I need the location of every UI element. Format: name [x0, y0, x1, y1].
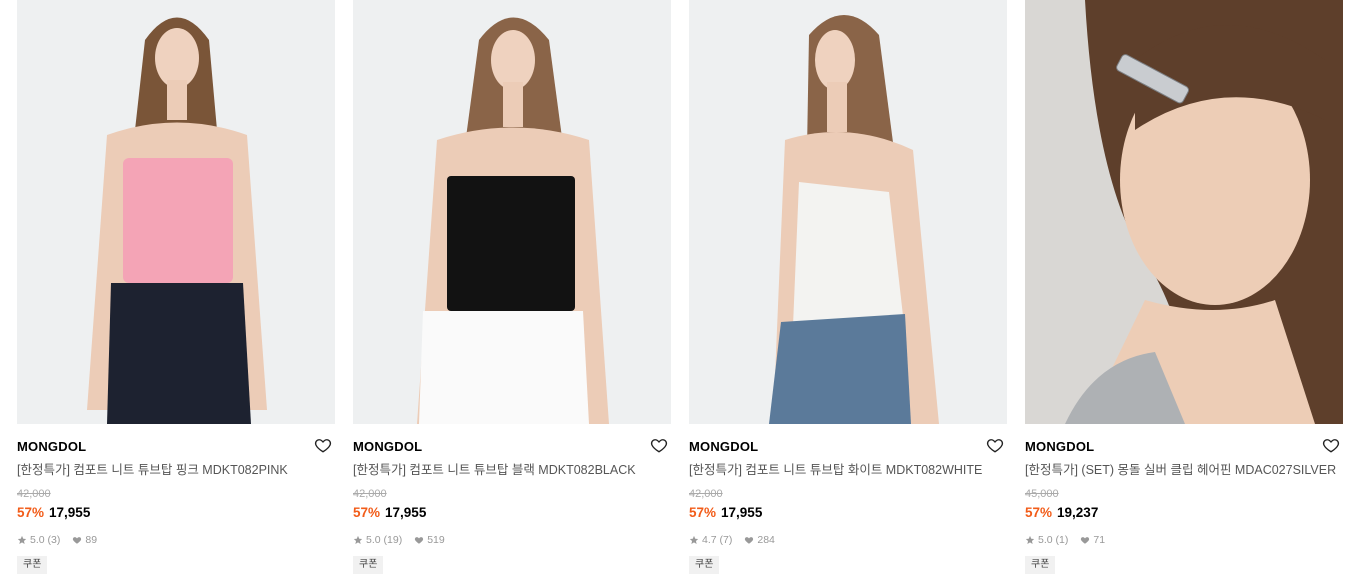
sale-price: 17,955 [49, 505, 91, 520]
heart-filled-icon [414, 535, 424, 545]
star-icon [1025, 535, 1035, 545]
review-count: (7) [719, 534, 733, 546]
review-count: (19) [383, 534, 403, 546]
sale-price: 17,955 [385, 505, 427, 520]
product-card[interactable]: MONGDOL [한정특가] 컴포트 니트 튜브탑 핑크 MDKT082PINK… [17, 0, 335, 574]
sale-price: 19,237 [1057, 505, 1099, 520]
discount-rate: 57% [353, 505, 381, 520]
heart-filled-icon [72, 535, 82, 545]
product-name[interactable]: [한정특가] 컴포트 니트 튜브탑 화이트 MDKT082WHITE [689, 462, 1007, 478]
heart-filled-icon [744, 535, 754, 545]
brand-name[interactable]: MONGDOL [1025, 438, 1343, 456]
product-name[interactable]: [한정특가] (SET) 몽돌 실버 클립 헤어핀 MDAC027SILVER [1025, 462, 1343, 478]
product-grid: MONGDOL [한정특가] 컴포트 니트 튜브탑 핑크 MDKT082PINK… [0, 0, 1354, 581]
like-count: 71 [1093, 534, 1106, 546]
coupon-badge: 쿠폰 [17, 556, 48, 574]
original-price: 42,000 [353, 488, 387, 500]
product-meta: 5.0 (19) 519 [353, 533, 671, 547]
price-row: 57% 19,237 [1025, 504, 1343, 521]
discount-rate: 57% [689, 505, 717, 520]
heart-filled-icon [1080, 535, 1090, 545]
brand-name[interactable]: MONGDOL [689, 438, 1007, 456]
star-icon [689, 535, 699, 545]
like-count: 89 [85, 534, 98, 546]
product-meta: 5.0 (1) 71 [1025, 533, 1343, 547]
product-image[interactable] [1025, 0, 1343, 424]
heart-outline-icon[interactable] [1322, 436, 1342, 456]
heart-outline-icon[interactable] [650, 436, 670, 456]
like-count: 519 [427, 534, 445, 546]
price-row: 57% 17,955 [353, 504, 671, 521]
product-card[interactable]: MONGDOL [한정특가] (SET) 몽돌 실버 클립 헤어핀 MDAC02… [1025, 0, 1343, 574]
review-count: (1) [1055, 534, 1069, 546]
rating: 4.7 [702, 534, 717, 546]
discount-rate: 57% [1025, 505, 1053, 520]
original-price: 42,000 [689, 488, 723, 500]
discount-rate: 57% [17, 505, 45, 520]
product-image[interactable] [17, 0, 335, 424]
brand-name[interactable]: MONGDOL [17, 438, 335, 456]
product-meta: 4.7 (7) 284 [689, 533, 1007, 547]
heart-outline-icon[interactable] [986, 436, 1006, 456]
original-price: 42,000 [17, 488, 51, 500]
coupon-badge: 쿠폰 [353, 556, 384, 574]
like-count: 284 [757, 534, 775, 546]
coupon-badge: 쿠폰 [1025, 556, 1056, 574]
star-icon [353, 535, 363, 545]
heart-outline-icon[interactable] [314, 436, 334, 456]
rating: 5.0 [366, 534, 381, 546]
product-image[interactable] [689, 0, 1007, 424]
product-name[interactable]: [한정특가] 컴포트 니트 튜브탑 블랙 MDKT082BLACK [353, 462, 671, 478]
brand-name[interactable]: MONGDOL [353, 438, 671, 456]
coupon-badge: 쿠폰 [689, 556, 720, 574]
price-row: 57% 17,955 [689, 504, 1007, 521]
price-row: 57% 17,955 [17, 504, 335, 521]
star-icon [17, 535, 27, 545]
product-card[interactable]: MONGDOL [한정특가] 컴포트 니트 튜브탑 화이트 MDKT082WHI… [689, 0, 1007, 574]
product-card[interactable]: MONGDOL [한정특가] 컴포트 니트 튜브탑 블랙 MDKT082BLAC… [353, 0, 671, 574]
product-image[interactable] [353, 0, 671, 424]
rating: 5.0 [30, 534, 45, 546]
sale-price: 17,955 [721, 505, 763, 520]
review-count: (3) [47, 534, 61, 546]
original-price: 45,000 [1025, 488, 1059, 500]
product-name[interactable]: [한정특가] 컴포트 니트 튜브탑 핑크 MDKT082PINK [17, 462, 335, 478]
product-meta: 5.0 (3) 89 [17, 533, 335, 547]
rating: 5.0 [1038, 534, 1053, 546]
